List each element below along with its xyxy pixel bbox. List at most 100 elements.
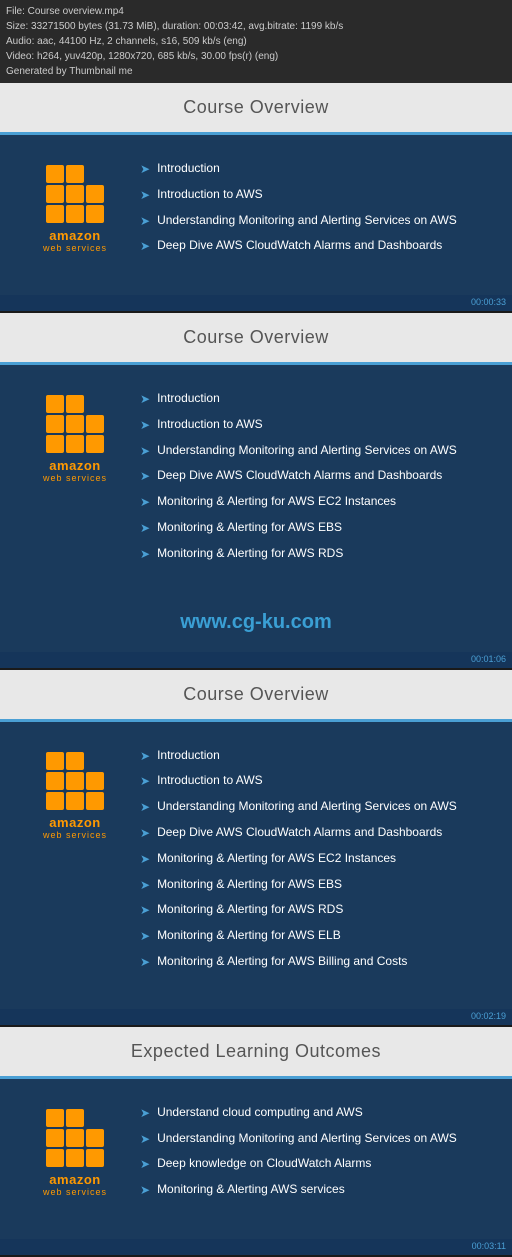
slide-title-bar: Course Overview xyxy=(0,313,512,362)
aws-box xyxy=(86,435,104,453)
bullet-text: Monitoring & Alerting for AWS Billing an… xyxy=(157,953,407,970)
bullet-arrow-icon: ➤ xyxy=(140,954,150,971)
aws-brand-text: amazon xyxy=(49,458,100,473)
bullet-text: Monitoring & Alerting for AWS EC2 Instan… xyxy=(157,850,396,867)
aws-brand-sub: web services xyxy=(43,830,107,840)
aws-boxes-icon xyxy=(46,395,104,453)
bullet-item: ➤ Deep Dive AWS CloudWatch Alarms and Da… xyxy=(140,824,492,842)
bullet-item: ➤ Monitoring & Alerting for AWS RDS xyxy=(140,545,492,563)
file-info-line1: File: Course overview.mp4 xyxy=(6,4,506,19)
bullet-arrow-icon: ➤ xyxy=(140,238,150,255)
aws-box xyxy=(46,435,64,453)
bullet-text: Introduction to AWS xyxy=(157,772,263,789)
bullet-item: ➤ Deep Dive AWS CloudWatch Alarms and Da… xyxy=(140,237,492,255)
bullet-item: ➤ Introduction xyxy=(140,747,492,765)
aws-box xyxy=(46,752,64,770)
slide-title-bar: Course Overview xyxy=(0,670,512,719)
slide-content: amazon web services ➤ Introduction ➤ Int… xyxy=(0,722,512,1009)
aws-box xyxy=(46,395,64,413)
slide-title: Course Overview xyxy=(183,327,329,347)
aws-box xyxy=(46,1149,64,1167)
aws-box xyxy=(66,165,84,183)
file-info-line2: Size: 33271500 bytes (31.73 MiB), durati… xyxy=(6,19,506,34)
bullet-arrow-icon: ➤ xyxy=(140,468,150,485)
bullet-text: Monitoring & Alerting for AWS EC2 Instan… xyxy=(157,493,396,510)
bullet-arrow-icon: ➤ xyxy=(140,825,150,842)
aws-boxes-icon xyxy=(46,752,104,810)
slide-title-bar: Expected Learning Outcomes xyxy=(0,1027,512,1076)
bullet-item: ➤ Deep Dive AWS CloudWatch Alarms and Da… xyxy=(140,467,492,485)
aws-box xyxy=(46,415,64,433)
bullet-arrow-icon: ➤ xyxy=(140,773,150,790)
bullet-arrow-icon: ➤ xyxy=(140,902,150,919)
bullet-text: Deep Dive AWS CloudWatch Alarms and Dash… xyxy=(157,237,442,254)
aws-brand-sub: web services xyxy=(43,243,107,253)
bullet-arrow-icon: ➤ xyxy=(140,213,150,230)
bullet-item: ➤ Monitoring & Alerting for AWS RDS xyxy=(140,901,492,919)
aws-box xyxy=(66,792,84,810)
aws-box xyxy=(46,792,64,810)
aws-brand-text: amazon xyxy=(49,815,100,830)
aws-box xyxy=(66,415,84,433)
aws-box xyxy=(86,1149,104,1167)
bullet-arrow-icon: ➤ xyxy=(140,391,150,408)
aws-logo: amazon web services xyxy=(20,155,130,253)
aws-logo: amazon web services xyxy=(20,742,130,840)
bullet-arrow-icon: ➤ xyxy=(140,1156,150,1173)
timestamp-badge: 00:00:33 xyxy=(0,295,512,311)
bullet-text: Understanding Monitoring and Alerting Se… xyxy=(157,442,457,459)
bullet-arrow-icon: ➤ xyxy=(140,187,150,204)
bullet-item: ➤ Understanding Monitoring and Alerting … xyxy=(140,1130,492,1148)
bullet-text: Monitoring & Alerting for AWS EBS xyxy=(157,876,342,893)
aws-box xyxy=(66,395,84,413)
bullet-item: ➤ Monitoring & Alerting for AWS EBS xyxy=(140,519,492,537)
aws-box xyxy=(66,1109,84,1127)
file-info-line5: Generated by Thumbnail me xyxy=(6,64,506,79)
bullet-text: Monitoring & Alerting for AWS RDS xyxy=(157,901,343,918)
bullet-item: ➤ Monitoring & Alerting for AWS ELB xyxy=(140,927,492,945)
aws-box xyxy=(86,415,104,433)
aws-box xyxy=(86,185,104,203)
bullet-item: ➤ Introduction to AWS xyxy=(140,772,492,790)
aws-box xyxy=(46,1109,64,1127)
aws-box xyxy=(66,1129,84,1147)
aws-box xyxy=(66,205,84,223)
aws-box xyxy=(86,772,104,790)
bullet-text: Introduction to AWS xyxy=(157,416,263,433)
bullet-item: ➤ Monitoring & Alerting for AWS EC2 Inst… xyxy=(140,493,492,511)
slide-panel-panel4: Expected Learning Outcomes amazon xyxy=(0,1027,512,1255)
aws-box xyxy=(46,1129,64,1147)
aws-brand-sub: web services xyxy=(43,473,107,483)
slide-panel-panel2: Course Overview amazon web servic xyxy=(0,313,512,668)
bullet-arrow-icon: ➤ xyxy=(140,799,150,816)
bullet-item: ➤ Understanding Monitoring and Alerting … xyxy=(140,212,492,230)
aws-logo: amazon web services xyxy=(20,385,130,483)
bullet-item: ➤ Monitoring & Alerting for AWS EC2 Inst… xyxy=(140,850,492,868)
file-info-bar: File: Course overview.mp4 Size: 33271500… xyxy=(0,0,512,83)
aws-brand-text: amazon xyxy=(49,1172,100,1187)
watermark-text: www.cg-ku.com xyxy=(0,601,512,652)
aws-logo: amazon web services xyxy=(20,1099,130,1197)
bullet-text: Introduction to AWS xyxy=(157,186,263,203)
slide-bullets: ➤ Introduction ➤ Introduction to AWS ➤ U… xyxy=(130,385,492,571)
aws-box xyxy=(66,752,84,770)
file-info-line3: Audio: aac, 44100 Hz, 2 channels, s16, 5… xyxy=(6,34,506,49)
timestamp-badge: 00:03:11 xyxy=(0,1239,512,1255)
bullet-arrow-icon: ➤ xyxy=(140,1105,150,1122)
aws-box xyxy=(46,165,64,183)
bullet-item: ➤ Monitoring & Alerting AWS services xyxy=(140,1181,492,1199)
bullet-text: Monitoring & Alerting for AWS ELB xyxy=(157,927,341,944)
bullet-text: Introduction xyxy=(157,160,220,177)
timestamp-badge: 00:02:19 xyxy=(0,1009,512,1025)
bullet-arrow-icon: ➤ xyxy=(140,546,150,563)
bullet-text: Understand cloud computing and AWS xyxy=(157,1104,363,1121)
bullet-arrow-icon: ➤ xyxy=(140,851,150,868)
aws-box-empty xyxy=(86,395,104,413)
slide-panel-panel1: Course Overview amazon web servic xyxy=(0,83,512,311)
bullet-item: ➤ Monitoring & Alerting for AWS Billing … xyxy=(140,953,492,971)
bullet-arrow-icon: ➤ xyxy=(140,928,150,945)
bullet-item: ➤ Introduction xyxy=(140,390,492,408)
slide-title-bar: Course Overview xyxy=(0,83,512,132)
panels-container: Course Overview amazon web servic xyxy=(0,83,512,1255)
bullet-arrow-icon: ➤ xyxy=(140,1131,150,1148)
